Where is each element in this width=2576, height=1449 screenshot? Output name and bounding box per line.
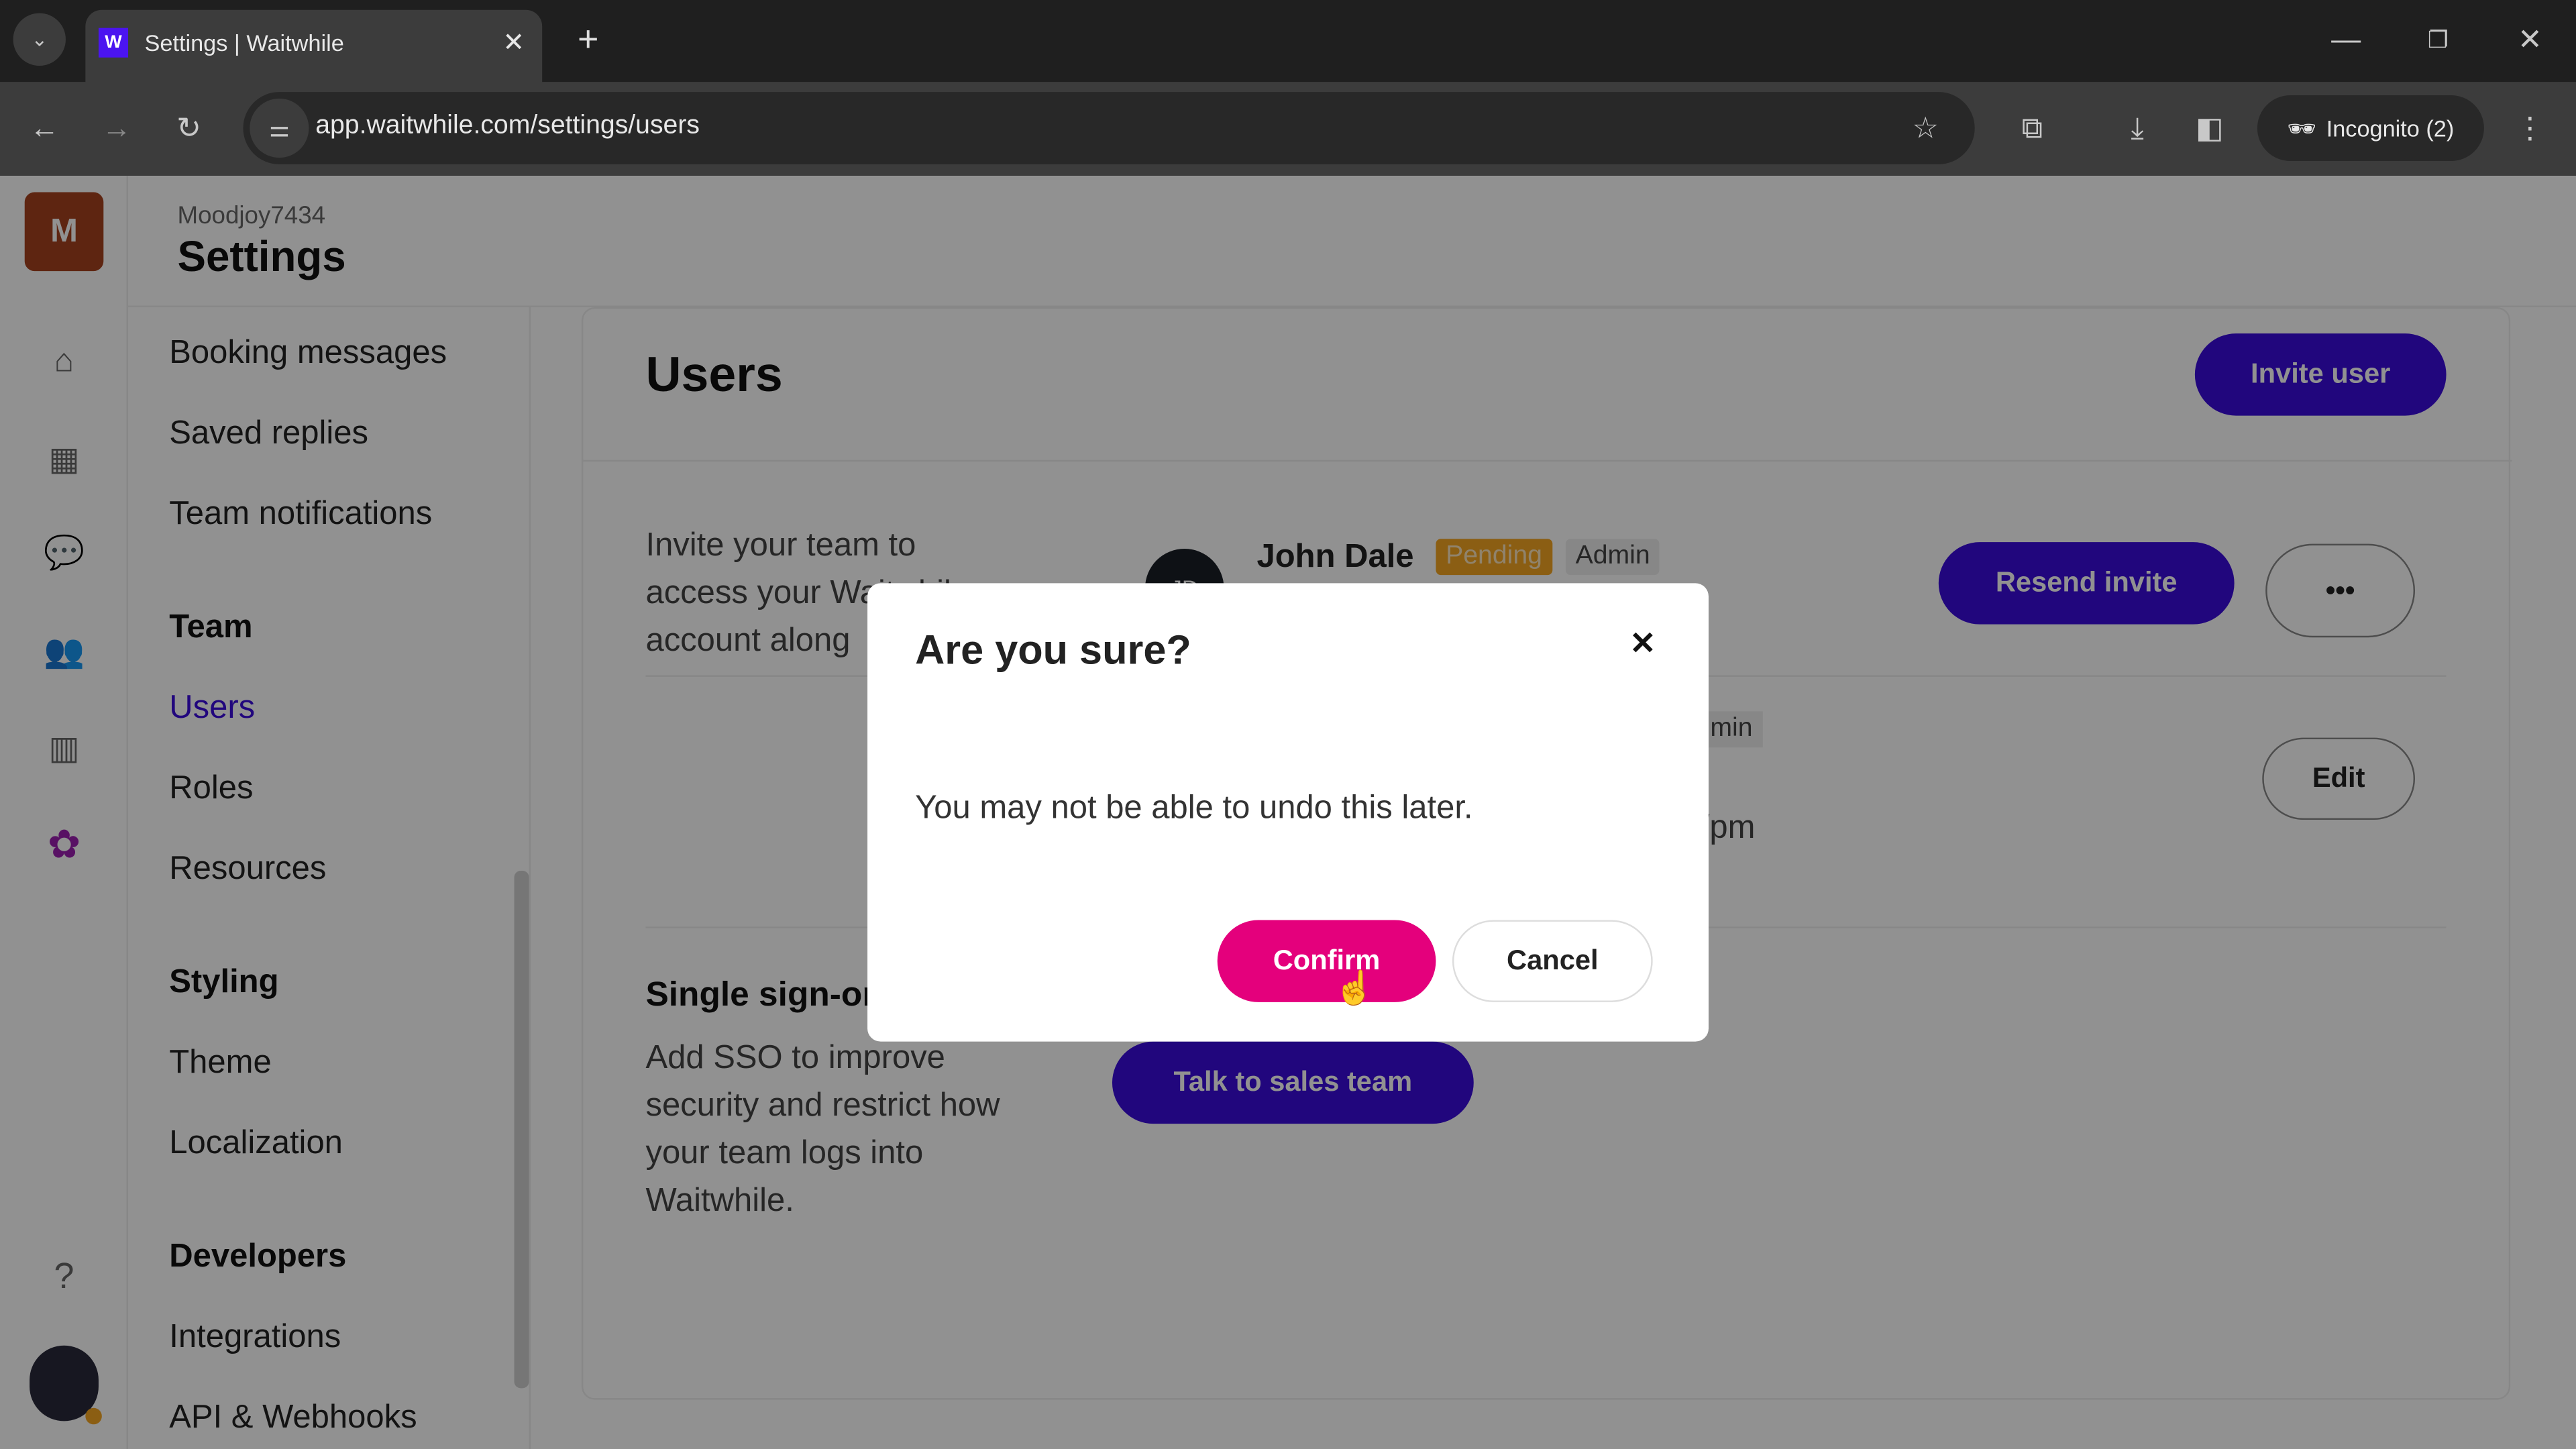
download-icon[interactable]: ⤓ bbox=[2112, 103, 2161, 152]
confirm-button[interactable]: Confirm bbox=[1217, 920, 1436, 1002]
tab-search-chevron-icon[interactable]: ⌄ bbox=[13, 13, 66, 66]
tab-close-icon[interactable]: ✕ bbox=[502, 26, 525, 59]
cancel-button[interactable]: Cancel bbox=[1452, 920, 1653, 1002]
restore-icon[interactable]: ❐ bbox=[2415, 16, 2461, 62]
site-info-icon[interactable]: ⚌ bbox=[250, 98, 309, 158]
bookmark-star-icon[interactable]: ☆ bbox=[1902, 105, 1949, 152]
close-icon[interactable]: ✕ bbox=[1629, 626, 1656, 663]
browser-tab-bar: ⌄ W Settings | Waitwhile ✕ + — ❐ ✕ bbox=[0, 0, 2576, 83]
dialog-message: You may not be able to undo this later. bbox=[915, 790, 1473, 826]
extensions-icon[interactable]: ⧉ bbox=[2008, 103, 2057, 152]
browser-toolbar: ← → ↻ ⚌ app.waitwhile.com/settings/users… bbox=[0, 82, 2576, 176]
tab-title: Settings | Waitwhile bbox=[144, 30, 344, 56]
browser-tab[interactable]: W Settings | Waitwhile ✕ bbox=[85, 9, 543, 83]
incognito-indicator[interactable]: 🕶 Incognito (2) bbox=[2257, 95, 2484, 162]
waitwhile-favicon: W bbox=[98, 28, 129, 58]
url-text: app.waitwhile.com/settings/users bbox=[315, 111, 700, 140]
browser-menu-icon[interactable]: ⋮ bbox=[2510, 103, 2550, 152]
address-bar[interactable]: ⚌ app.waitwhile.com/settings/users ☆ bbox=[243, 92, 1975, 164]
confirm-dialog: Are you sure? ✕ You may not be able to u… bbox=[867, 583, 1709, 1042]
incognito-icon: 🕶 bbox=[2287, 114, 2317, 141]
new-tab-icon[interactable]: + bbox=[565, 16, 611, 62]
back-icon[interactable]: ← bbox=[19, 103, 68, 152]
dialog-title: Are you sure? bbox=[915, 627, 1191, 674]
reload-icon[interactable]: ↻ bbox=[164, 103, 213, 152]
profile-label: Incognito (2) bbox=[2326, 115, 2455, 142]
mouse-cursor-icon: ☝ bbox=[1334, 971, 1375, 1008]
minimize-icon[interactable]: — bbox=[2323, 16, 2369, 62]
forward-icon[interactable]: → bbox=[92, 103, 141, 152]
side-panel-icon[interactable]: ◧ bbox=[2185, 103, 2234, 152]
close-window-icon[interactable]: ✕ bbox=[2507, 16, 2553, 62]
